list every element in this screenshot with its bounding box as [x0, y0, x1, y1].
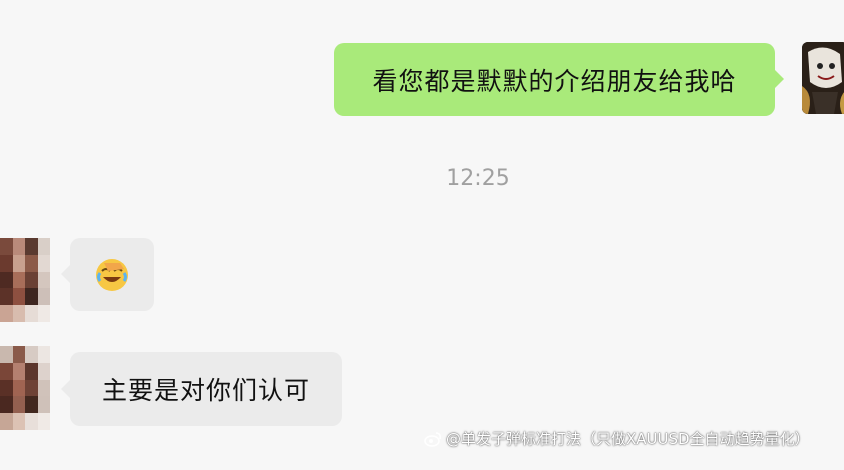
watermark: @单发子弹标准打法（只做XAUUSD全自动趋势量化）: [424, 428, 810, 449]
watermark-text: @单发子弹标准打法（只做XAUUSD全自动趋势量化）: [446, 430, 810, 448]
truncated-previous-message: [320, 0, 540, 6]
contact-avatar[interactable]: [0, 238, 50, 322]
weibo-icon: [424, 431, 441, 447]
facepalm-laugh-emoji: [96, 258, 128, 291]
avatar-image: [802, 42, 844, 114]
message-text: 看您都是默默的介绍朋友给我哈: [372, 66, 737, 96]
bubble-tail: [61, 380, 70, 398]
message-text: 主要是对你们认可: [101, 376, 310, 405]
bubble-tail: [61, 265, 70, 283]
pixelated-avatar-image: [0, 346, 50, 430]
contact-avatar[interactable]: [0, 346, 50, 430]
bubble-tail: [775, 70, 784, 88]
chat-timestamp: 12:25: [446, 166, 510, 191]
outgoing-message-bubble[interactable]: 看您都是默默的介绍朋友给我哈: [334, 43, 775, 116]
incoming-message-bubble[interactable]: 主要是对你们认可: [70, 352, 342, 426]
pixelated-avatar-image: [0, 238, 50, 322]
my-avatar[interactable]: [802, 42, 844, 114]
incoming-emoji-bubble[interactable]: [70, 238, 154, 311]
